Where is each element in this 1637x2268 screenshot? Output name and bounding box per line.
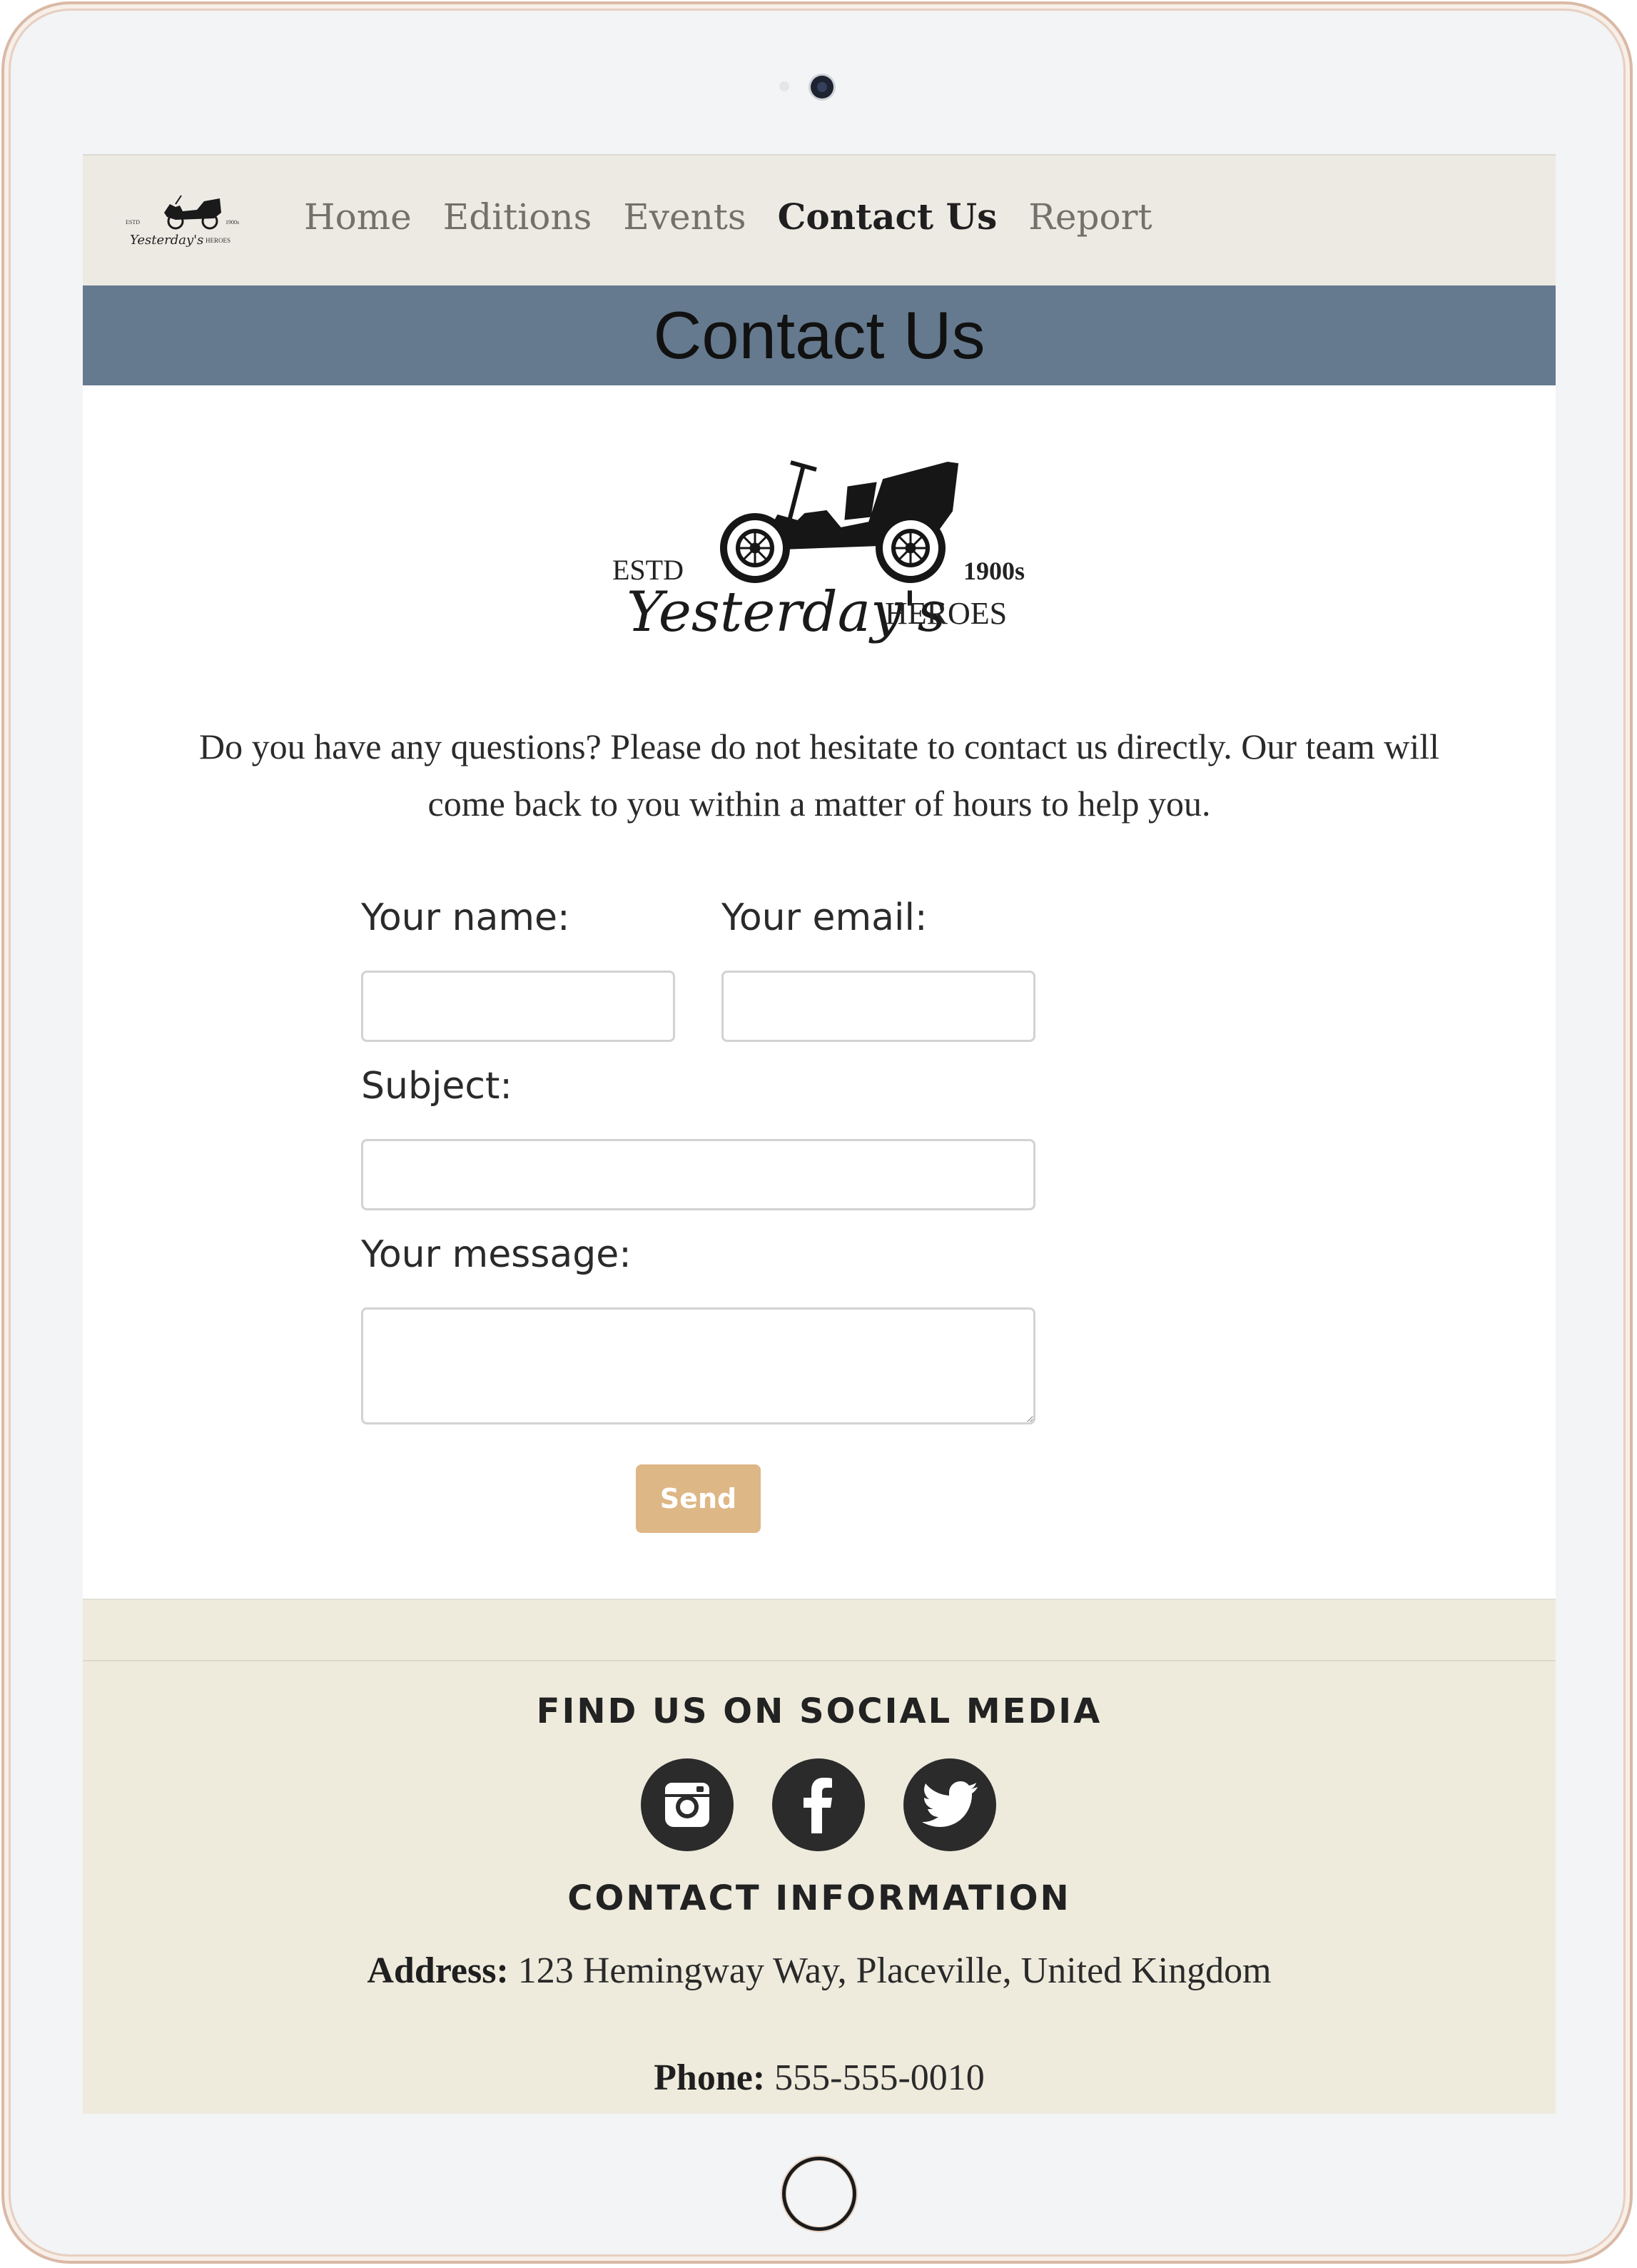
twitter-link[interactable] bbox=[903, 1758, 996, 1851]
car-logo-icon: ESTD 1900s Yesterday's HEROES bbox=[126, 195, 239, 248]
instagram-link[interactable] bbox=[641, 1758, 734, 1851]
footer: FIND US ON SOCIAL MEDIA CONTACT INFORMAT… bbox=[83, 1599, 1556, 2114]
browser-viewport: ESTD 1900s Yesterday's HEROES Home Editi… bbox=[83, 154, 1556, 2114]
nav-link-events[interactable]: Events bbox=[623, 196, 746, 238]
nav-link-report[interactable]: Report bbox=[1028, 196, 1152, 238]
social-links bbox=[641, 1758, 996, 1851]
phone-line: Phone: 555-555-0010 bbox=[83, 2057, 1556, 2099]
logo-year: 1900s bbox=[963, 557, 1025, 585]
name-label: Your name: bbox=[361, 896, 570, 939]
address-line: Address: 123 Hemingway Way, Placeville, … bbox=[83, 1950, 1556, 1992]
logo-year-small: 1900s bbox=[225, 219, 239, 226]
phone-value: 555-555-0010 bbox=[774, 2057, 985, 2098]
instagram-icon bbox=[665, 1783, 709, 1827]
logo-heroes-small: HEROES bbox=[206, 237, 230, 244]
send-button[interactable]: Send bbox=[636, 1464, 761, 1533]
logo-heroes: HEROES bbox=[885, 596, 1007, 631]
proximity-sensor bbox=[779, 81, 789, 91]
nav-link-home[interactable]: Home bbox=[304, 196, 412, 238]
logo-estd-small: ESTD bbox=[126, 219, 140, 226]
nav-link-contact-us[interactable]: Contact Us bbox=[778, 196, 998, 238]
social-heading: FIND US ON SOCIAL MEDIA bbox=[536, 1691, 1103, 1731]
message-textarea[interactable] bbox=[361, 1307, 1035, 1424]
subject-label: Subject: bbox=[361, 1065, 512, 1108]
title-bar: Contact Us bbox=[83, 285, 1556, 385]
home-button[interactable] bbox=[782, 2157, 856, 2231]
nav-links: Home Editions Events Contact Us Report bbox=[304, 196, 1152, 238]
front-camera bbox=[811, 76, 833, 98]
email-label: Your email: bbox=[721, 896, 928, 939]
facebook-icon bbox=[804, 1778, 832, 1833]
phone-label: Phone: bbox=[654, 2057, 766, 2098]
email-input[interactable] bbox=[721, 971, 1035, 1042]
twitter-icon bbox=[922, 1781, 978, 1827]
address-label: Address: bbox=[367, 1950, 509, 1991]
vintage-car-icon: ESTD 1900s Yesterday's HEROES bbox=[612, 460, 1025, 644]
name-input[interactable] bbox=[361, 971, 675, 1042]
logo-script-small: Yesterday's bbox=[130, 233, 203, 248]
page-title: Contact Us bbox=[653, 298, 985, 373]
address-value: 123 Hemingway Way, Placeville, United Ki… bbox=[517, 1950, 1272, 1991]
nav-logo[interactable]: ESTD 1900s Yesterday's HEROES bbox=[126, 191, 247, 254]
message-label: Your message: bbox=[361, 1233, 632, 1276]
navbar: ESTD 1900s Yesterday's HEROES Home Editi… bbox=[83, 154, 1556, 285]
nav-link-editions[interactable]: Editions bbox=[443, 196, 592, 238]
main-logo: ESTD 1900s Yesterday's HEROES bbox=[612, 437, 1040, 679]
contact-heading: CONTACT INFORMATION bbox=[567, 1878, 1071, 1918]
subject-input[interactable] bbox=[361, 1139, 1035, 1210]
intro-text: Do you have any questions? Please do not… bbox=[199, 727, 1439, 824]
footer-divider bbox=[83, 1660, 1556, 1661]
facebook-link[interactable] bbox=[772, 1758, 865, 1851]
